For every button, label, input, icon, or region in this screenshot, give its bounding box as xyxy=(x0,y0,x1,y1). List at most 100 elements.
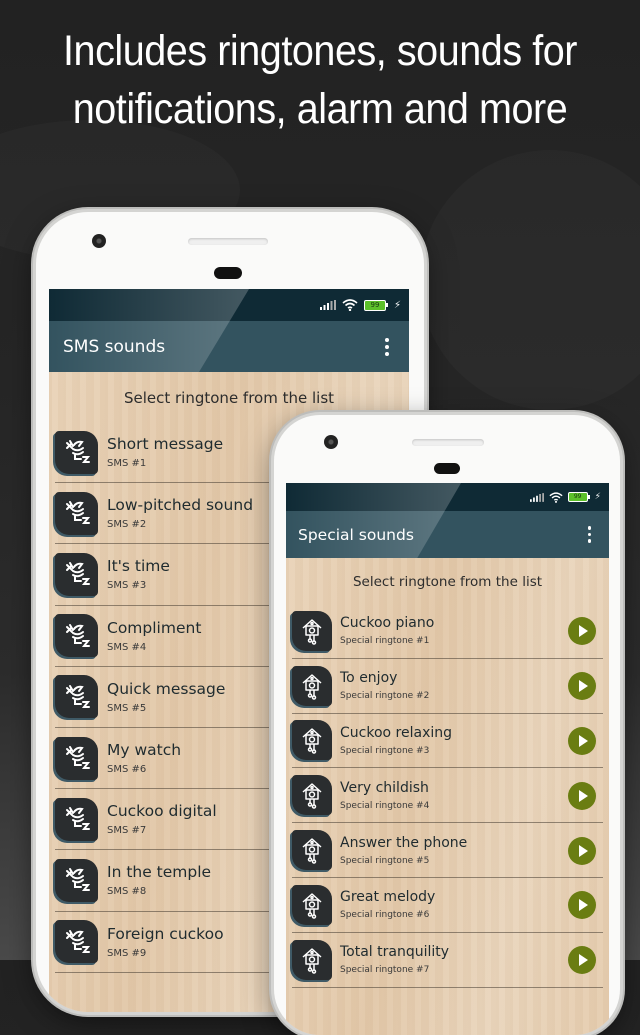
screen: 99 ⚡ Special sounds Select ringtone from… xyxy=(286,483,609,1035)
ringtone-thumbnail xyxy=(55,614,98,658)
play-button[interactable] xyxy=(568,672,596,701)
ringtone-thumbnail xyxy=(292,830,332,871)
ringtone-list-item-5[interactable]: Quick message SMS #5 xyxy=(55,667,277,728)
ringtone-list-item-6[interactable]: Great melody Special ringtone #6 xyxy=(292,878,603,933)
item-texts: Compliment SMS #4 xyxy=(107,619,201,653)
app-title: SMS sounds xyxy=(63,336,166,357)
status-bar: 99 ⚡ xyxy=(49,289,409,321)
ringtone-list-item-3[interactable]: Cuckoo relaxing Special ringtone #3 xyxy=(292,714,603,769)
item-texts: Cuckoo relaxing Special ringtone #3 xyxy=(340,725,452,756)
play-button[interactable] xyxy=(568,781,596,810)
ringtone-name: Great melody xyxy=(340,889,436,906)
headline-line-1: Includes ringtones, sounds for xyxy=(63,27,577,75)
ringtone-list-item-4[interactable]: Very childish Special ringtone #4 xyxy=(292,768,603,824)
ringtone-list-item-8[interactable]: In the temple SMS #8 xyxy=(55,850,277,912)
cuckoo-clock-icon xyxy=(302,893,322,919)
item-texts: Quick message SMS #5 xyxy=(107,680,225,714)
ringtone-thumbnail xyxy=(55,736,98,780)
ringtone-name: Short message xyxy=(107,435,224,454)
ringtone-list-item-2[interactable]: To enjoy Special ringtone #2 xyxy=(292,659,603,714)
play-button[interactable] xyxy=(568,726,596,755)
background-decoration xyxy=(420,150,640,410)
headline: Includes ringtones, sounds for notificat… xyxy=(26,22,615,138)
ringtone-thumbnail xyxy=(55,858,98,902)
select-ringtone-label: Select ringtone from the list xyxy=(123,389,335,407)
ringtone-list-item-3[interactable]: It's time SMS #3 xyxy=(55,544,277,606)
ringtone-list-item-9[interactable]: Foreign cuckoo SMS #9 xyxy=(55,912,277,973)
overflow-menu-button[interactable] xyxy=(582,522,598,547)
ringtone-list-item-7[interactable]: Total tranquility Special ringtone #7 xyxy=(292,933,603,988)
ringtone-thumbnail xyxy=(292,884,332,925)
ringtone-name: Cuckoo relaxing xyxy=(340,724,452,741)
ringtone-thumbnail xyxy=(55,491,98,535)
cuckoo-clock-icon xyxy=(302,673,322,700)
app-bar: Special sounds xyxy=(286,511,609,558)
earpiece-speaker xyxy=(412,439,484,446)
front-camera xyxy=(92,234,106,248)
ringtone-list-item-6[interactable]: My watch SMS #6 xyxy=(55,728,277,790)
ringtone-subtitle: Special ringtone #5 xyxy=(340,855,430,866)
ringtone-thumbnail xyxy=(55,797,98,841)
ringtone-list-item-2[interactable]: Low-pitched sound SMS #2 xyxy=(55,483,277,545)
ringtone-thumbnail xyxy=(292,775,332,816)
item-texts: It's time SMS #3 xyxy=(107,557,170,591)
ringtone-name: In the temple xyxy=(107,863,212,882)
cuckoo-bird-icon xyxy=(65,807,90,831)
headline-line-2: notifications, alarm and more xyxy=(72,85,568,133)
app-bar: SMS sounds xyxy=(49,321,409,372)
ringtone-subtitle: SMS #1 xyxy=(107,458,147,470)
ringtone-name: Cuckoo digital xyxy=(107,802,217,821)
wifi-icon xyxy=(342,299,358,311)
ringtone-list-item-7[interactable]: Cuckoo digital SMS #7 xyxy=(55,789,277,851)
item-texts: To enjoy Special ringtone #2 xyxy=(340,670,429,701)
ringtone-thumbnail xyxy=(292,720,332,761)
status-bar: 99 ⚡ xyxy=(286,483,609,511)
ringtone-thumbnail xyxy=(55,552,98,596)
play-button[interactable] xyxy=(568,946,596,975)
ringtone-subtitle: Special ringtone #3 xyxy=(340,745,430,756)
play-button[interactable] xyxy=(568,836,596,865)
ringtone-subtitle: Special ringtone #1 xyxy=(340,636,430,647)
ringtone-thumbnail xyxy=(292,610,332,651)
ringtone-subtitle: Special ringtone #7 xyxy=(340,965,430,976)
ringtone-subtitle: Special ringtone #4 xyxy=(340,800,430,811)
select-ringtone-label: Select ringtone from the list xyxy=(352,574,543,590)
cuckoo-bird-icon xyxy=(65,868,90,892)
play-button[interactable] xyxy=(568,891,596,920)
item-texts: Cuckoo digital SMS #7 xyxy=(107,802,217,836)
charging-icon: ⚡ xyxy=(393,299,401,311)
cuckoo-bird-icon xyxy=(65,501,90,525)
cuckoo-clock-icon xyxy=(302,619,322,645)
wifi-icon xyxy=(549,491,563,503)
ringtone-subtitle: Special ringtone #2 xyxy=(340,691,430,702)
ringtone-name: Cuckoo piano xyxy=(340,615,435,632)
play-button[interactable] xyxy=(568,617,596,646)
item-texts: Answer the phone Special ringtone #5 xyxy=(340,835,467,866)
item-texts: Cuckoo piano Special ringtone #1 xyxy=(340,615,434,646)
ringtone-name: Foreign cuckoo xyxy=(107,924,224,943)
battery-icon: 99 xyxy=(363,299,388,311)
item-texts: Very childish Special ringtone #4 xyxy=(340,780,429,811)
signal-icon xyxy=(319,300,336,310)
ringtone-name: My watch xyxy=(107,741,182,760)
item-texts: Short message SMS #1 xyxy=(107,435,223,469)
ringtone-subtitle: SMS #2 xyxy=(107,519,147,531)
ringtone-list-item-1[interactable]: Cuckoo piano Special ringtone #1 xyxy=(292,604,603,659)
ringtone-subtitle: SMS #3 xyxy=(107,580,147,592)
item-texts: My watch SMS #6 xyxy=(107,741,181,775)
ringtone-list-item-1[interactable]: Short message SMS #1 xyxy=(55,422,277,484)
signal-icon xyxy=(529,492,544,502)
ringtone-subtitle: SMS #7 xyxy=(107,825,147,837)
ringtone-list-item-5[interactable]: Answer the phone Special ringtone #5 xyxy=(292,823,603,878)
ringtone-name: Compliment xyxy=(107,618,202,637)
ringtone-list-item-4[interactable]: Compliment SMS #4 xyxy=(55,606,277,667)
ringtone-name: It's time xyxy=(107,557,170,576)
item-texts: Great melody Special ringtone #6 xyxy=(340,889,435,920)
ringtone-subtitle: SMS #8 xyxy=(107,886,147,898)
ringtone-thumbnail xyxy=(292,665,332,706)
list-background: Select ringtone from the list Cuckoo pia… xyxy=(286,558,609,1035)
ringtone-thumbnail xyxy=(55,430,98,474)
ringtone-thumbnail xyxy=(55,675,98,719)
proximity-sensor xyxy=(434,463,460,474)
overflow-menu-button[interactable] xyxy=(379,334,395,360)
